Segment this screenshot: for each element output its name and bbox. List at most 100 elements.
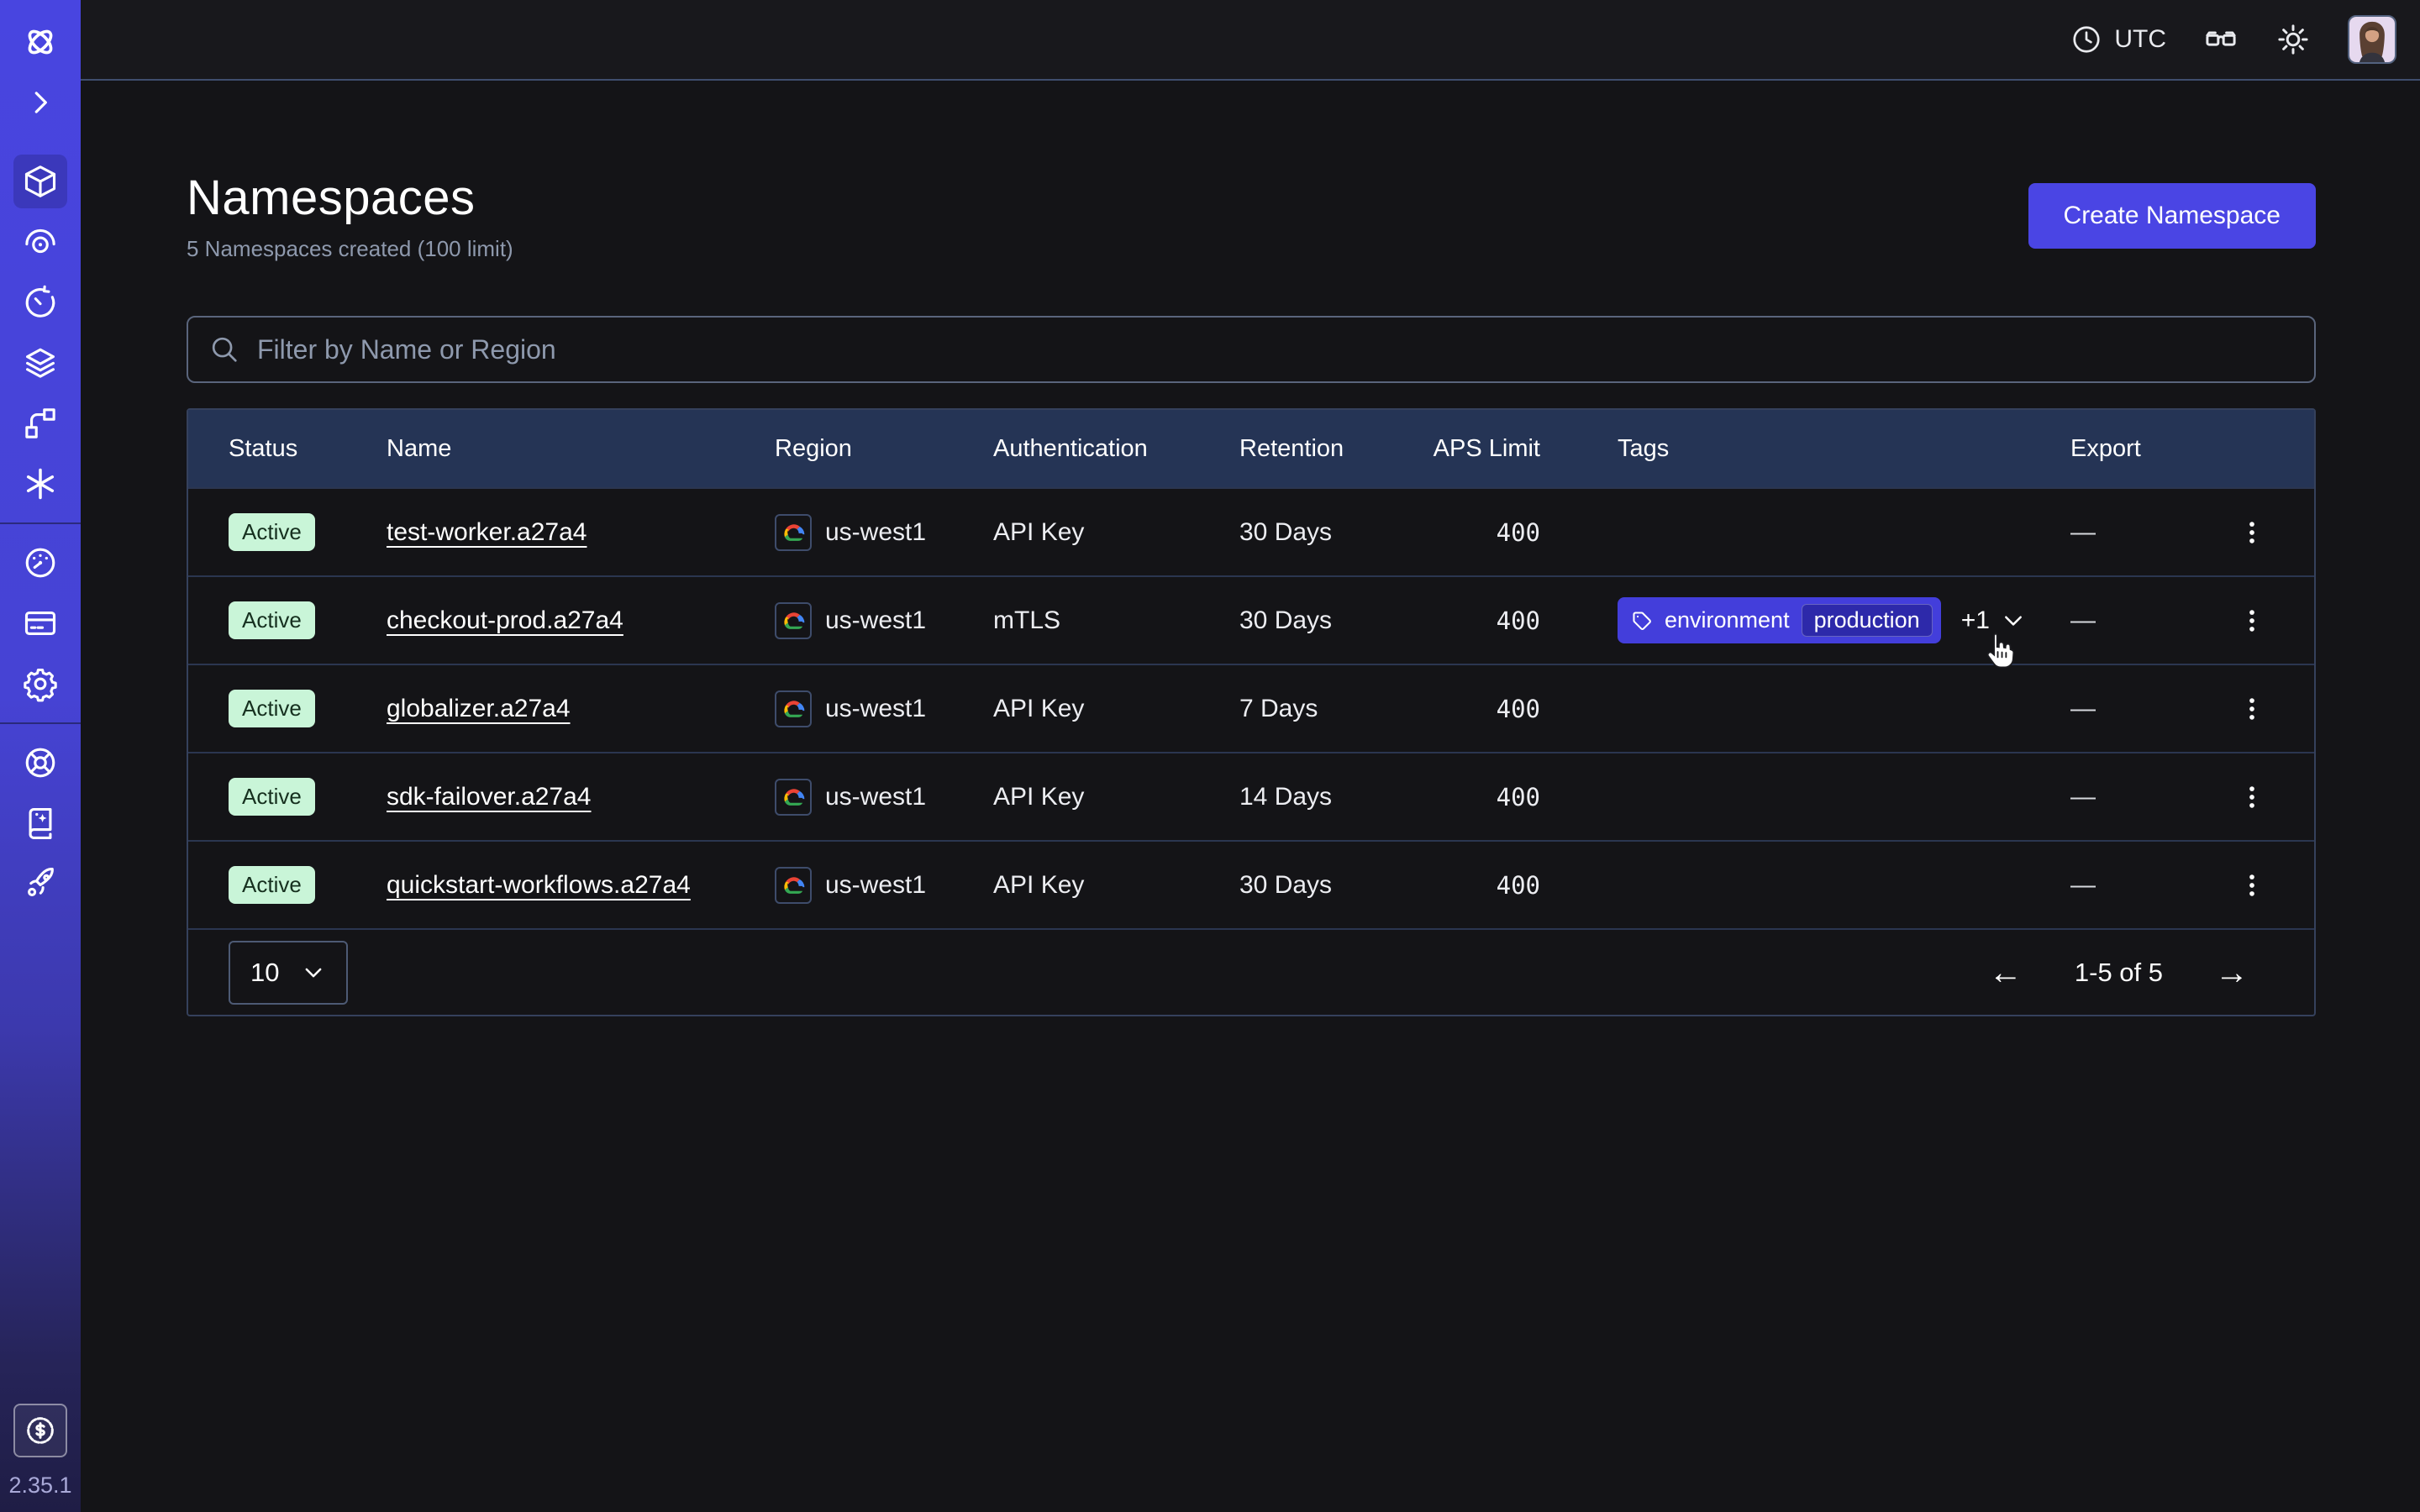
aps-value: 400 <box>1392 606 1577 635</box>
create-namespace-button[interactable]: Create Namespace <box>2028 183 2316 249</box>
gcp-icon <box>775 514 812 551</box>
sidebar-expand-button[interactable] <box>0 72 81 133</box>
row-menu-button[interactable] <box>2227 772 2277 822</box>
table-row: Active globalizer.a27a4 us-west1 API Key <box>188 664 2314 752</box>
sidebar: 2.35.1 <box>0 0 81 1512</box>
region-label: us-west1 <box>825 518 926 547</box>
sidebar-item-settings[interactable] <box>0 654 81 714</box>
namespace-link[interactable]: globalizer.a27a4 <box>387 695 571 722</box>
aps-value: 400 <box>1392 783 1577 811</box>
cube-icon <box>13 155 67 208</box>
row-menu-button[interactable] <box>2227 860 2277 911</box>
col-authentication: Authentication <box>953 435 1199 463</box>
page-size-select[interactable]: 10 <box>229 941 348 1005</box>
retention-value: 14 Days <box>1199 783 1392 811</box>
filter-bar[interactable] <box>187 316 2316 383</box>
sidebar-item-connections[interactable] <box>0 393 81 454</box>
branch-icon <box>13 396 67 450</box>
page-title: Namespaces <box>187 170 513 226</box>
region-label: us-west1 <box>825 783 926 811</box>
timezone-label: UTC <box>2114 25 2166 54</box>
page-size-value: 10 <box>250 958 279 988</box>
tag-icon <box>1631 610 1653 632</box>
tag-key: environment <box>1665 607 1790 633</box>
export-value: — <box>2030 783 2196 811</box>
namespace-link[interactable]: sdk-failover.a27a4 <box>387 783 592 811</box>
tags-cell: environment production +1 <box>1577 597 2030 643</box>
sun-icon <box>2275 22 2311 57</box>
chevron-right-icon <box>13 76 67 129</box>
status-badge: Active <box>229 690 315 727</box>
namespace-link[interactable]: quickstart-workflows.a27a4 <box>387 871 691 899</box>
region-label: us-west1 <box>825 871 926 900</box>
sidebar-item-docs[interactable] <box>0 793 81 853</box>
page-title-block: Namespaces 5 Namespaces created (100 lim… <box>187 170 513 262</box>
gcp-icon <box>775 779 812 816</box>
col-name: Name <box>346 435 734 463</box>
filter-input[interactable] <box>255 333 2294 366</box>
sidebar-item-deployments[interactable] <box>0 333 81 393</box>
auth-value: API Key <box>953 783 1199 811</box>
export-value: — <box>2030 518 2196 547</box>
gcp-icon <box>775 602 812 639</box>
table-row: Active checkout-prod.a27a4 us-west1 mTLS <box>188 575 2314 664</box>
row-menu-button[interactable] <box>2227 507 2277 558</box>
timer-icon <box>13 276 67 329</box>
chevron-down-icon <box>2000 607 2027 634</box>
sidebar-item-namespaces[interactable] <box>0 151 81 212</box>
retention-value: 7 Days <box>1199 695 1392 723</box>
temporal-logo[interactable] <box>0 12 81 72</box>
page-subtitle: 5 Namespaces created (100 limit) <box>187 236 513 262</box>
theme-toggle-button[interactable] <box>2275 22 2311 57</box>
topbar: UTC <box>81 0 2420 81</box>
glasses-icon <box>2203 22 2238 57</box>
retention-value: 30 Days <box>1199 518 1392 547</box>
search-icon <box>208 333 240 365</box>
layers-icon <box>13 336 67 390</box>
retention-value: 30 Days <box>1199 606 1392 635</box>
next-page-button[interactable]: → <box>2210 955 2254 990</box>
sidebar-footer: 2.35.1 <box>0 1404 81 1512</box>
labs-mode-button[interactable] <box>2203 22 2238 57</box>
table-footer: 10 ← 1-5 of 5 → <box>188 928 2314 1015</box>
book-sparkles-icon <box>13 796 67 850</box>
table-header: Status Name Region Authentication Retent… <box>188 410 2314 487</box>
avatar[interactable] <box>2348 15 2396 64</box>
table-row: Active sdk-failover.a27a4 us-west1 API K… <box>188 752 2314 840</box>
sidebar-item-getting-started[interactable] <box>0 853 81 914</box>
export-value: — <box>2030 606 2196 635</box>
pager: ← 1-5 of 5 → <box>1984 955 2254 990</box>
tags-more-count: +1 <box>1961 606 1990 635</box>
timezone-selector[interactable]: UTC <box>2070 24 2166 55</box>
chevron-down-icon <box>301 960 326 985</box>
table-row: Active test-worker.a27a4 us-west1 API Ke… <box>188 487 2314 575</box>
sidebar-item-observability[interactable] <box>0 212 81 272</box>
prev-page-button[interactable]: ← <box>1984 955 2028 990</box>
row-menu-button[interactable] <box>2227 684 2277 734</box>
col-export: Export <box>2030 435 2196 463</box>
pricing-button[interactable] <box>13 1404 67 1457</box>
gauge-icon <box>13 536 67 590</box>
aps-value: 400 <box>1392 871 1577 900</box>
namespace-link[interactable]: test-worker.a27a4 <box>387 518 587 546</box>
sidebar-divider <box>0 522 81 524</box>
auth-value: API Key <box>953 695 1199 723</box>
tag-chip[interactable]: environment production <box>1618 597 1941 643</box>
tags-expand[interactable]: +1 <box>1961 606 2027 635</box>
lifebuoy-icon <box>13 736 67 790</box>
auth-value: API Key <box>953 518 1199 547</box>
namespace-link[interactable]: checkout-prod.a27a4 <box>387 606 623 634</box>
status-badge: Active <box>229 513 315 551</box>
sidebar-item-nexus[interactable] <box>0 454 81 514</box>
sidebar-item-support[interactable] <box>0 732 81 793</box>
sidebar-item-schedules[interactable] <box>0 272 81 333</box>
region-label: us-west1 <box>825 606 926 635</box>
sidebar-item-billing[interactable] <box>0 593 81 654</box>
sidebar-item-usage[interactable] <box>0 533 81 593</box>
credit-card-icon <box>13 596 67 650</box>
asterisk-icon <box>13 457 67 511</box>
row-menu-button[interactable] <box>2227 596 2277 646</box>
main-content: Namespaces 5 Namespaces created (100 lim… <box>81 82 2420 1512</box>
status-badge: Active <box>229 601 315 639</box>
col-region: Region <box>734 435 953 463</box>
